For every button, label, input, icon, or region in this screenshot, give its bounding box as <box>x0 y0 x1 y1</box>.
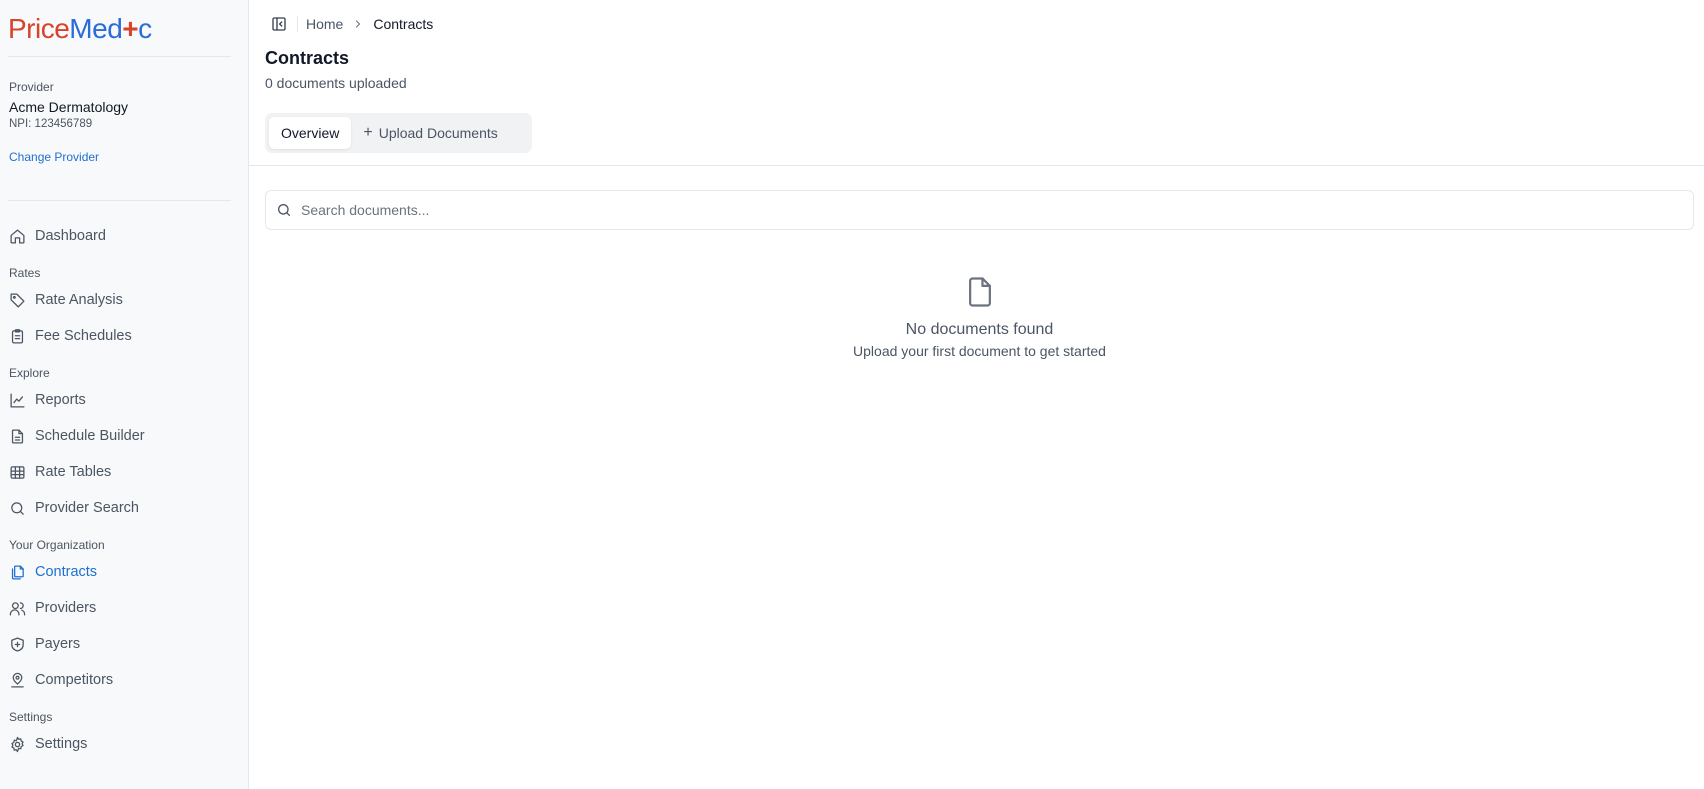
sidebar-divider <box>8 200 231 201</box>
sidebar-item-settings[interactable]: Settings <box>9 732 87 756</box>
empty-state-subtitle: Upload your first document to get starte… <box>853 343 1106 359</box>
sidebar: PriceMed+c Provider Acme Dermatology NPI… <box>0 0 249 789</box>
sidebar-item-label: Competitors <box>35 672 114 688</box>
tab-overview[interactable]: Overview <box>269 117 352 149</box>
sidebar-item-label: Contracts <box>35 564 98 580</box>
search-icon <box>276 202 292 218</box>
nav-section-settings: Settings <box>9 710 53 724</box>
empty-state-title: No documents found <box>905 321 1054 338</box>
sidebar-item-label: Settings <box>35 736 88 752</box>
provider-name: Acme Dermatology <box>9 99 129 115</box>
sidebar-item-fee-schedules[interactable]: Fee Schedules <box>9 324 132 348</box>
main-content: Home Contracts Contracts 0 documents upl… <box>249 0 1704 789</box>
page-subtitle: 0 documents uploaded <box>265 75 407 91</box>
sidebar-item-rate-tables[interactable]: Rate Tables <box>9 460 111 484</box>
sidebar-item-payers[interactable]: Payers <box>9 632 80 656</box>
logo-price-text: Price <box>8 13 70 44</box>
clipboard-icon <box>9 328 26 345</box>
search-icon <box>9 500 26 517</box>
top-bar: Home Contracts <box>271 14 433 34</box>
sidebar-toggle-icon[interactable] <box>271 16 287 32</box>
sidebar-item-dashboard[interactable]: Dashboard <box>9 224 106 248</box>
tab-label: Upload Documents <box>378 125 498 141</box>
breadcrumb: Home Contracts <box>306 16 433 32</box>
nav-section-rates: Rates <box>9 266 41 280</box>
change-provider-link[interactable]: Change Provider <box>9 150 99 164</box>
sidebar-item-label: Fee Schedules <box>35 328 132 344</box>
page-title: Contracts <box>265 48 350 68</box>
sidebar-item-label: Rate Tables <box>35 464 112 480</box>
search-input[interactable] <box>301 202 1693 218</box>
shield-plus-icon <box>9 636 26 653</box>
sidebar-item-providers[interactable]: Providers <box>9 596 96 620</box>
sidebar-item-label: Reports <box>35 392 86 408</box>
provider-npi: NPI: 123456789 <box>9 118 93 130</box>
section-divider <box>249 165 1704 166</box>
logo-medic-text: Med+c <box>69 13 152 44</box>
sidebar-item-competitors[interactable]: Competitors <box>9 668 113 692</box>
sidebar-item-reports[interactable]: Reports <box>9 388 86 412</box>
sidebar-item-label: Payers <box>35 636 81 652</box>
file-text-icon <box>9 428 26 445</box>
pricemedic-logo[interactable]: PriceMed+c <box>8 12 152 46</box>
sidebar-item-contracts[interactable]: Contracts <box>9 560 97 584</box>
gear-icon <box>9 736 26 753</box>
sidebar-item-provider-search[interactable]: Provider Search <box>9 496 139 520</box>
search-box <box>265 190 1694 230</box>
line-chart-icon <box>9 392 26 409</box>
sidebar-item-label: Schedule Builder <box>35 428 145 444</box>
users-icon <box>9 600 26 617</box>
provider-label: Provider <box>9 80 54 94</box>
breadcrumb-current: Contracts <box>373 16 434 32</box>
breadcrumb-home[interactable]: Home <box>306 16 343 32</box>
tab-upload-documents[interactable]: + Upload Documents <box>351 117 509 149</box>
toolbar-divider <box>297 16 298 32</box>
user-location-icon <box>9 672 26 689</box>
sidebar-item-label: Provider Search <box>35 500 139 516</box>
home-icon <box>9 228 26 245</box>
empty-state: No documents found Upload your first doc… <box>265 276 1694 359</box>
sidebar-item-schedule-builder[interactable]: Schedule Builder <box>9 424 145 448</box>
nav-section-organization: Your Organization <box>9 538 105 552</box>
sidebar-divider <box>8 56 231 57</box>
nav-section-explore: Explore <box>9 366 50 380</box>
plus-icon: + <box>363 124 373 141</box>
sidebar-item-label: Providers <box>35 600 97 616</box>
tab-list: Overview + Upload Documents <box>265 113 532 153</box>
sidebar-item-rate-analysis[interactable]: Rate Analysis <box>9 288 123 312</box>
tag-icon <box>9 292 26 309</box>
copy-documents-icon <box>9 564 26 581</box>
tab-label: Overview <box>281 125 340 141</box>
table-icon <box>9 464 26 481</box>
sidebar-item-label: Rate Analysis <box>35 292 123 308</box>
chevron-right-icon <box>352 18 364 30</box>
file-icon <box>965 276 995 308</box>
sidebar-item-label: Dashboard <box>35 228 106 244</box>
